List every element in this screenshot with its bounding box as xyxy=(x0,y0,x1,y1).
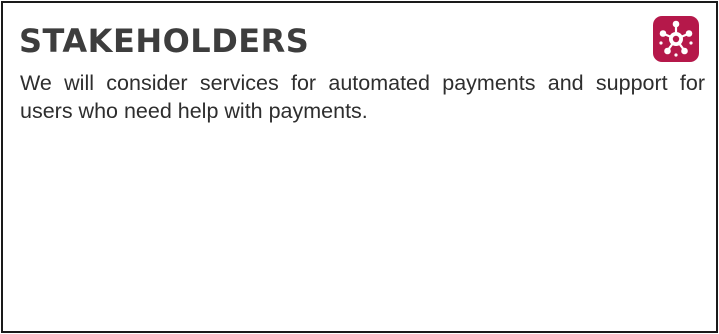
card-description: We will consider services for automated … xyxy=(20,71,705,123)
stakeholders-network-icon xyxy=(653,16,699,62)
card-title: STAKEHOLDERS xyxy=(19,22,310,60)
stakeholders-card: STAKEHOLDERS We will consider services f… xyxy=(1,1,718,333)
